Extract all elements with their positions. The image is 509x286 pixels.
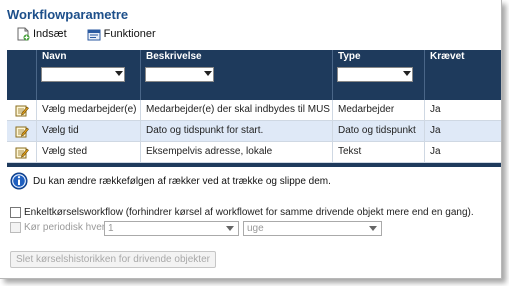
chevron-down-icon (226, 226, 234, 231)
filter-type[interactable] (337, 67, 413, 82)
single-run-checkbox[interactable] (10, 207, 21, 218)
grid-footer-bar (7, 163, 501, 167)
chevron-down-icon (115, 71, 123, 76)
chevron-down-icon (403, 71, 411, 76)
insert-button[interactable]: Indsæt (17, 27, 67, 41)
workflow-parameters-panel: Workflowparametre Indsæt Funktioner Navn… (0, 0, 502, 279)
column-navn-label: Navn (42, 51, 67, 62)
column-type-label: Type (338, 51, 361, 62)
cell-kraevet: Ja (424, 100, 501, 121)
table-row[interactable]: Vælg tid Dato og tidspunkt for start. Da… (7, 121, 501, 142)
functions-button[interactable]: Funktioner (87, 28, 156, 41)
chevron-down-icon (204, 71, 212, 76)
cell-beskrivelse: Eksempelvis adresse, lokale (140, 142, 332, 163)
cell-type: Dato og tidspunkt (332, 121, 424, 142)
cell-beskrivelse: Medarbejder(e) der skal indbydes til MUS (140, 100, 332, 121)
column-kraevet: Krævet (424, 50, 501, 100)
insert-label: Indsæt (33, 28, 67, 40)
cell-kraevet: Ja (424, 121, 501, 142)
edit-icon (15, 147, 29, 159)
clear-run-history-button[interactable]: Slet kørselshistorikken for drivende obj… (10, 251, 216, 268)
edit-row-button[interactable] (7, 100, 36, 121)
add-document-icon (17, 27, 30, 41)
cell-type: Tekst (332, 142, 424, 163)
panel-title: Workflowparametre (7, 7, 129, 22)
edit-row-button[interactable] (7, 142, 36, 163)
table-row[interactable]: Vælg medarbejder(e) Medarbejder(e) der s… (7, 100, 501, 121)
periodic-interval-value: 1 (108, 223, 114, 234)
periodic-unit-select[interactable]: uge (243, 221, 382, 236)
periodic-unit-value: uge (247, 223, 264, 234)
cell-navn: Vælg medarbejder(e) (36, 100, 140, 121)
filter-navn[interactable] (41, 67, 125, 82)
edit-icon (15, 126, 29, 138)
column-type: Type (332, 50, 424, 100)
info-text: Du kan ændre rækkefølgen af rækker ved a… (33, 175, 331, 187)
cell-beskrivelse: Dato og tidspunkt for start. (140, 121, 332, 142)
grid-header: Navn Beskrivelse Type Krævet (7, 50, 501, 100)
column-kraevet-label: Krævet (430, 51, 465, 62)
cell-kraevet: Ja (424, 142, 501, 163)
single-run-option: Enkeltkørselsworkflow (forhindrer kørsel… (10, 207, 474, 218)
functions-icon (87, 29, 101, 40)
functions-label: Funktioner (103, 28, 156, 40)
cell-navn: Vælg sted (36, 142, 140, 163)
periodic-option: Kør periodisk hver (10, 222, 105, 233)
parameters-grid: Navn Beskrivelse Type Krævet Vælg medarb… (7, 50, 501, 167)
column-beskrivelse: Beskrivelse (140, 50, 332, 100)
column-navn: Navn (36, 50, 140, 100)
edit-row-button[interactable] (7, 121, 36, 142)
periodic-label: Kør periodisk hver (24, 222, 106, 233)
cell-navn: Vælg tid (36, 121, 140, 142)
table-row[interactable]: Vælg sted Eksempelvis adresse, lokale Te… (7, 142, 501, 163)
info-message: Du kan ændre rækkefølgen af rækker ved a… (10, 172, 331, 190)
edit-column-header (7, 50, 36, 100)
info-icon (10, 172, 28, 190)
cell-type: Medarbejder (332, 100, 424, 121)
single-run-label: Enkeltkørselsworkflow (forhindrer kørsel… (24, 207, 474, 218)
periodic-interval-select[interactable]: 1 (104, 221, 239, 236)
edit-icon (15, 105, 29, 117)
periodic-checkbox[interactable] (10, 222, 21, 233)
chevron-down-icon (369, 226, 377, 231)
column-beskrivelse-label: Beskrivelse (146, 51, 202, 62)
toolbar: Indsæt Funktioner (17, 27, 176, 41)
filter-beskrivelse[interactable] (145, 67, 214, 82)
